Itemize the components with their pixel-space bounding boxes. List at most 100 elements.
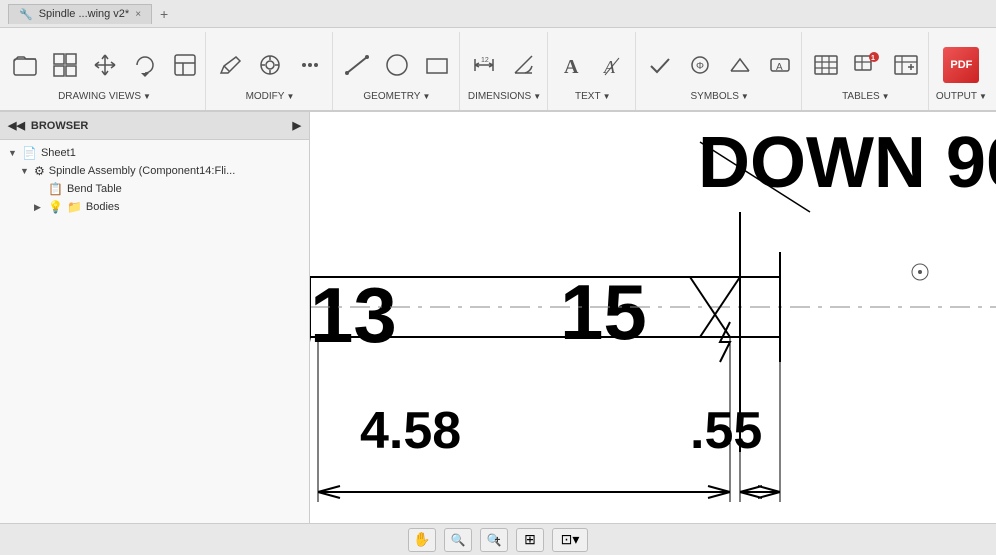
zoom-out-button[interactable]: 🔍: [444, 528, 472, 552]
modify-dropdown-arrow[interactable]: ▼: [286, 92, 294, 101]
browser-content: ▼ 📄 Sheet1 ▼ ⚙ Spindle Assembly (Compone…: [0, 140, 309, 220]
browser-panel: ◀◀ BROWSER ▶ ▼ 📄 Sheet1 ▼ ⚙ Spindle Asse…: [0, 112, 310, 523]
sheet1-label: Sheet1: [41, 147, 76, 159]
geometry-icons: [339, 36, 455, 89]
drawing-views-label: DRAWING VIEWS ▼: [58, 91, 151, 106]
toolbar-group-tables: 1 TABLES ▼: [804, 32, 929, 110]
modify-icons: [212, 36, 328, 89]
spindle-expand-arrow: ▼: [20, 166, 30, 176]
browser-item-sheet1[interactable]: ▼ 📄 Sheet1: [0, 144, 309, 162]
zoom-out-icon: 🔍: [451, 533, 466, 547]
browser-item-bend-table[interactable]: 📋 Bend Table: [0, 180, 309, 198]
add-tab-button[interactable]: +: [154, 6, 174, 22]
zoom-in-button[interactable]: 🔍+: [480, 528, 508, 552]
tables-label: TABLES ▼: [842, 91, 890, 106]
output-label: OUTPUT ▼: [936, 91, 987, 106]
svg-text:1: 1: [871, 55, 875, 62]
spindle-icon: ⚙: [34, 164, 45, 178]
text-label: TEXT ▼: [575, 91, 610, 106]
svg-text:A: A: [564, 56, 579, 78]
svg-text:12: 12: [481, 57, 489, 64]
dimensions-linear-icon[interactable]: 12: [466, 47, 502, 83]
drawing-canvas[interactable]: DOWN 90 13 15 4.58 .55: [310, 112, 996, 523]
output-dropdown-arrow[interactable]: ▼: [979, 92, 987, 101]
drawing-views-dropdown-arrow[interactable]: ▼: [143, 92, 151, 101]
sheet1-expand-arrow: ▼: [8, 148, 18, 158]
toolbar-group-symbols: Φ A SYMBOLS ▼: [638, 32, 801, 110]
fit-button[interactable]: ⊞: [516, 528, 544, 552]
pan-button[interactable]: ✋: [408, 528, 436, 552]
bend-table-icon: 📋: [48, 182, 63, 196]
svg-text:Φ: Φ: [696, 61, 704, 72]
browser-header: ◀◀ BROWSER ▶: [0, 112, 309, 140]
toolbar-group-output: PDF OUTPUT ▼: [931, 32, 992, 110]
dimensions-label: DIMENSIONS ▼: [468, 91, 541, 106]
geometry-rect-icon[interactable]: [419, 47, 455, 83]
drawing-views-grid-icon[interactable]: [47, 47, 83, 83]
pan-icon: ✋: [413, 531, 430, 548]
symbols-surface-icon[interactable]: [722, 47, 758, 83]
spindle-label: Spindle Assembly (Component14:Fli...: [49, 165, 235, 177]
browser-collapse-right[interactable]: ▶: [293, 119, 301, 132]
document-tab[interactable]: 🔧 Spindle ...wing v2* ×: [8, 4, 152, 24]
modify-pencil-icon[interactable]: [212, 47, 248, 83]
bodies-folder-icon: 📁: [67, 200, 82, 214]
main-area: ◀◀ BROWSER ▶ ▼ 📄 Sheet1 ▼ ⚙ Spindle Asse…: [0, 112, 996, 523]
browser-title: BROWSER: [31, 120, 88, 132]
toolbar-group-dimensions: 12 DIMENSIONS ▼: [462, 32, 548, 110]
browser-item-spindle-assembly[interactable]: ▼ ⚙ Spindle Assembly (Component14:Fli...: [0, 162, 309, 180]
geometry-dropdown-arrow[interactable]: ▼: [422, 92, 430, 101]
tab-label: Spindle ...wing v2*: [39, 8, 130, 20]
toolbar-group-text: A A TEXT ▼: [550, 32, 636, 110]
symbols-icons: Φ A: [642, 36, 798, 89]
bodies-lightbulb-icon: 💡: [48, 200, 63, 214]
toolbar-group-drawing-views: DRAWING VIEWS ▼: [4, 32, 206, 110]
drawing-views-move-icon[interactable]: [87, 47, 123, 83]
drawing-lines: [310, 112, 996, 523]
tab-icon: 🔧: [19, 8, 33, 21]
toolbar-group-modify: MODIFY ▼: [208, 32, 333, 110]
text-b-icon[interactable]: A: [595, 47, 631, 83]
drawing-views-extra-icon[interactable]: [167, 47, 203, 83]
bodies-label: Bodies: [86, 201, 120, 213]
symbols-dropdown-arrow[interactable]: ▼: [741, 92, 749, 101]
toolbar: DRAWING VIEWS ▼ MODIFY ▼: [0, 28, 996, 112]
text-icons: A A: [555, 36, 631, 89]
output-icons: PDF: [943, 36, 979, 89]
fit-icon: ⊞: [524, 531, 536, 548]
bend-table-label: Bend Table: [67, 183, 122, 195]
drawing-views-icons: [7, 36, 203, 89]
dimensions-angular-icon[interactable]: [506, 47, 542, 83]
symbols-check-icon[interactable]: [642, 47, 678, 83]
pdf-label: PDF: [950, 59, 972, 71]
symbols-gdt-icon[interactable]: Φ: [682, 47, 718, 83]
text-dropdown-arrow[interactable]: ▼: [603, 92, 611, 101]
modify-target-icon[interactable]: [252, 47, 288, 83]
text-a-icon[interactable]: A: [555, 47, 591, 83]
modify-label: MODIFY ▼: [246, 91, 295, 106]
drawing-views-rotate-icon[interactable]: [127, 47, 163, 83]
modify-dots-icon[interactable]: [292, 47, 328, 83]
zoom-in-icon: 🔍+: [487, 533, 502, 547]
statusbar: ✋ 🔍 🔍+ ⊞ ⊡▾: [0, 523, 996, 555]
sheet1-icon: 📄: [22, 146, 37, 160]
geometry-circle-icon[interactable]: [379, 47, 415, 83]
dimensions-icons: 12: [466, 36, 542, 89]
tables-dropdown-arrow[interactable]: ▼: [882, 92, 890, 101]
output-pdf-icon[interactable]: PDF: [943, 47, 979, 83]
bodies-expand-arrow: ▶: [34, 202, 44, 213]
tables-badge-icon[interactable]: 1: [848, 47, 884, 83]
geometry-line-icon[interactable]: [339, 47, 375, 83]
svg-text:A: A: [603, 57, 616, 77]
title-bar: 🔧 Spindle ...wing v2* × +: [0, 0, 996, 28]
view-options-button[interactable]: ⊡▾: [552, 528, 588, 552]
browser-collapse-left[interactable]: ◀◀: [8, 119, 25, 132]
browser-item-bodies[interactable]: ▶ 💡 📁 Bodies: [0, 198, 309, 216]
tables-extra-icon[interactable]: [888, 47, 924, 83]
drawing-views-folder-icon[interactable]: [7, 47, 43, 83]
tab-close-button[interactable]: ×: [135, 9, 141, 20]
dimensions-dropdown-arrow[interactable]: ▼: [533, 92, 541, 101]
tables-main-icon[interactable]: [808, 47, 844, 83]
toolbar-group-geometry: GEOMETRY ▼: [335, 32, 460, 110]
symbols-datum-icon[interactable]: A: [762, 47, 798, 83]
